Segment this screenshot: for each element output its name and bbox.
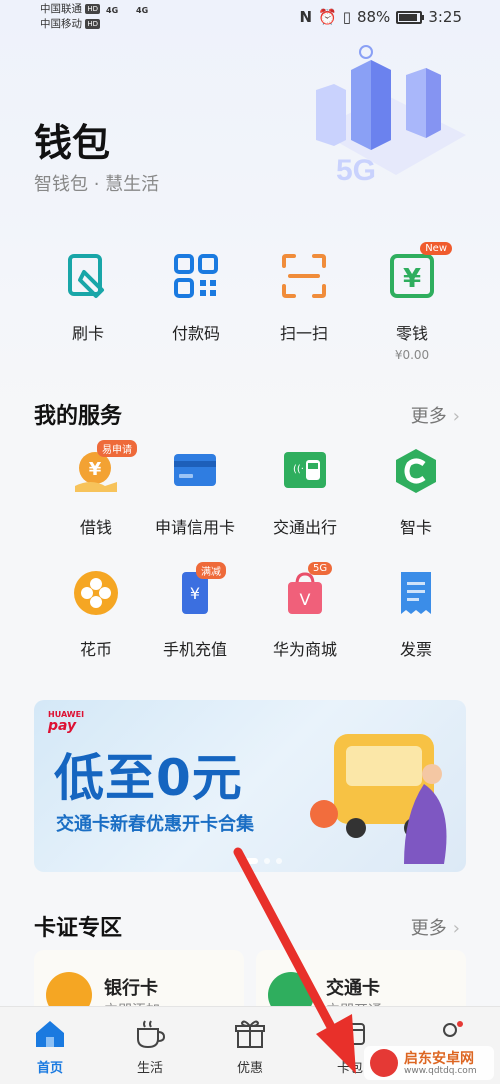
quick-action-balance[interactable]: ¥ New 零钱 ¥0.00 bbox=[357, 242, 467, 362]
banner-pagination bbox=[244, 858, 282, 864]
quick-action-scan[interactable]: 扫一扫 bbox=[249, 250, 359, 344]
cards-more-link[interactable]: 更多 › bbox=[411, 914, 460, 940]
yuan-balance-icon: ¥ New bbox=[386, 242, 452, 302]
banner-caption: 交通卡新春优惠开卡合集 bbox=[56, 814, 254, 835]
cup-icon bbox=[133, 1019, 167, 1049]
quick-action-label: 付款码 bbox=[171, 324, 220, 343]
service-transit[interactable]: ((· 交通出行 bbox=[246, 446, 364, 538]
new-badge: New bbox=[420, 242, 452, 255]
quick-action-label: 刷卡 bbox=[71, 324, 104, 343]
service-huawei-mall[interactable]: V 5G 华为商城 bbox=[246, 562, 364, 660]
quick-action-label: 扫一扫 bbox=[279, 324, 328, 343]
card-wallet-icon bbox=[333, 1019, 367, 1049]
svg-text:5G: 5G bbox=[336, 154, 376, 187]
alarm-icon: ⏰ bbox=[318, 8, 337, 26]
carrier-2: 中国移动 bbox=[40, 18, 82, 30]
battery-percent: 88% bbox=[356, 8, 391, 26]
carrier-info: 中国联通 HD 中国移动 HD bbox=[40, 2, 100, 32]
service-tag: 易申请 bbox=[97, 440, 137, 457]
service-label: 交通出行 bbox=[272, 518, 337, 537]
status-bar: 中国联通 HD 中国移动 HD 4G 4G N ⏰ ▯ 88% 3:25 bbox=[0, 0, 500, 36]
tab-profile[interactable] bbox=[400, 1019, 500, 1049]
service-smart-card[interactable]: 智卡 bbox=[357, 446, 475, 538]
more-label: 更多 bbox=[410, 406, 447, 427]
status-right: N ⏰ ▯ 88% 3:25 bbox=[299, 8, 462, 26]
scan-icon bbox=[278, 250, 330, 302]
invoice-icon bbox=[391, 568, 441, 618]
watermark-logo-icon bbox=[370, 1049, 398, 1077]
service-phone-recharge[interactable]: ¥ 满减 手机充值 bbox=[136, 562, 254, 660]
battery-fill bbox=[399, 13, 418, 21]
home-icon bbox=[33, 1019, 67, 1049]
service-label: 发票 bbox=[399, 640, 432, 659]
battery-icon bbox=[396, 10, 425, 24]
tab-offers[interactable]: 优惠 bbox=[200, 1019, 300, 1076]
coin-hand-icon: ¥ 易申请 bbox=[71, 440, 137, 496]
service-invoice[interactable]: 发票 bbox=[357, 568, 475, 660]
tab-home[interactable]: 首页 bbox=[0, 1019, 100, 1076]
signal-icon: 4G bbox=[136, 6, 149, 15]
watermark-url: www.qdtdq.com bbox=[404, 1066, 477, 1076]
card-title: 交通卡 bbox=[326, 978, 380, 999]
service-label: 华为商城 bbox=[272, 640, 337, 659]
service-label: 智卡 bbox=[399, 518, 432, 537]
pagination-dot bbox=[276, 858, 282, 864]
card-swipe-icon bbox=[62, 250, 114, 302]
tab-label: 首页 bbox=[36, 1061, 63, 1076]
shopping-bag-icon: V 5G bbox=[280, 562, 333, 618]
pagination-dot bbox=[264, 858, 270, 864]
svg-text:¥: ¥ bbox=[89, 459, 102, 480]
tab-life[interactable]: 生活 bbox=[100, 1019, 200, 1076]
service-label: 手机充值 bbox=[162, 640, 227, 659]
page-title: 钱包 bbox=[34, 121, 111, 165]
chevron-right-icon: › bbox=[452, 918, 460, 939]
service-credit-card[interactable]: 申请信用卡 bbox=[136, 446, 254, 538]
train-card-icon: ((· bbox=[280, 446, 330, 496]
banner-headline: 低至0元 bbox=[54, 749, 243, 807]
more-label: 更多 bbox=[410, 918, 447, 939]
carrier-1: 中国联通 bbox=[40, 3, 82, 15]
svg-text:¥: ¥ bbox=[403, 264, 421, 294]
svg-text:V: V bbox=[300, 590, 311, 609]
pagination-dot-active bbox=[244, 858, 258, 864]
svg-text:((·: ((· bbox=[293, 464, 304, 475]
service-label: 申请信用卡 bbox=[154, 518, 235, 537]
balance-amount: ¥0.00 bbox=[394, 348, 430, 362]
profile-icon bbox=[433, 1019, 467, 1049]
services-more-link[interactable]: 更多 › bbox=[411, 402, 460, 428]
qr-code-icon bbox=[170, 250, 222, 302]
clock: 3:25 bbox=[428, 8, 462, 26]
service-tag: 满减 bbox=[196, 562, 226, 579]
credit-card-icon bbox=[170, 446, 220, 496]
tab-label: 优惠 bbox=[236, 1061, 263, 1076]
cards-title: 卡证专区 bbox=[34, 916, 123, 941]
site-watermark: 启东安卓网 www.qdtdq.com bbox=[364, 1046, 494, 1080]
city-illustration: 5G bbox=[316, 45, 466, 187]
chevron-right-icon: › bbox=[452, 406, 460, 427]
hd-badge: HD bbox=[85, 4, 100, 14]
services-title: 我的服务 bbox=[34, 404, 123, 429]
hd-badge: HD bbox=[85, 19, 100, 29]
card-title: 银行卡 bbox=[104, 978, 158, 999]
quick-action-pay-code[interactable]: 付款码 bbox=[141, 250, 251, 344]
watermark-title: 启东安卓网 bbox=[404, 1051, 474, 1067]
bus-illustration bbox=[310, 734, 447, 864]
signal-icon: 4G bbox=[106, 6, 119, 15]
svg-text:¥: ¥ bbox=[190, 584, 200, 603]
service-tag: 5G bbox=[308, 562, 333, 575]
flower-coin-icon bbox=[71, 568, 121, 618]
quick-action-swipe-card[interactable]: 刷卡 bbox=[33, 250, 143, 344]
gift-icon bbox=[233, 1019, 267, 1049]
promo-banner[interactable]: HUAWEI pay 低至0元 交通卡新春优惠开卡合集 bbox=[34, 700, 466, 872]
smart-card-icon bbox=[391, 446, 441, 496]
page-subtitle: 智钱包 · 慧生活 bbox=[34, 174, 160, 195]
huawei-pay-logo-text: pay bbox=[48, 718, 77, 734]
vibrate-icon: ▯ bbox=[342, 8, 351, 26]
phone-recharge-icon: ¥ 满减 bbox=[170, 562, 226, 618]
nfc-icon: N bbox=[299, 8, 313, 26]
quick-action-label: 零钱 bbox=[395, 324, 428, 343]
tab-label: 生活 bbox=[136, 1061, 163, 1076]
